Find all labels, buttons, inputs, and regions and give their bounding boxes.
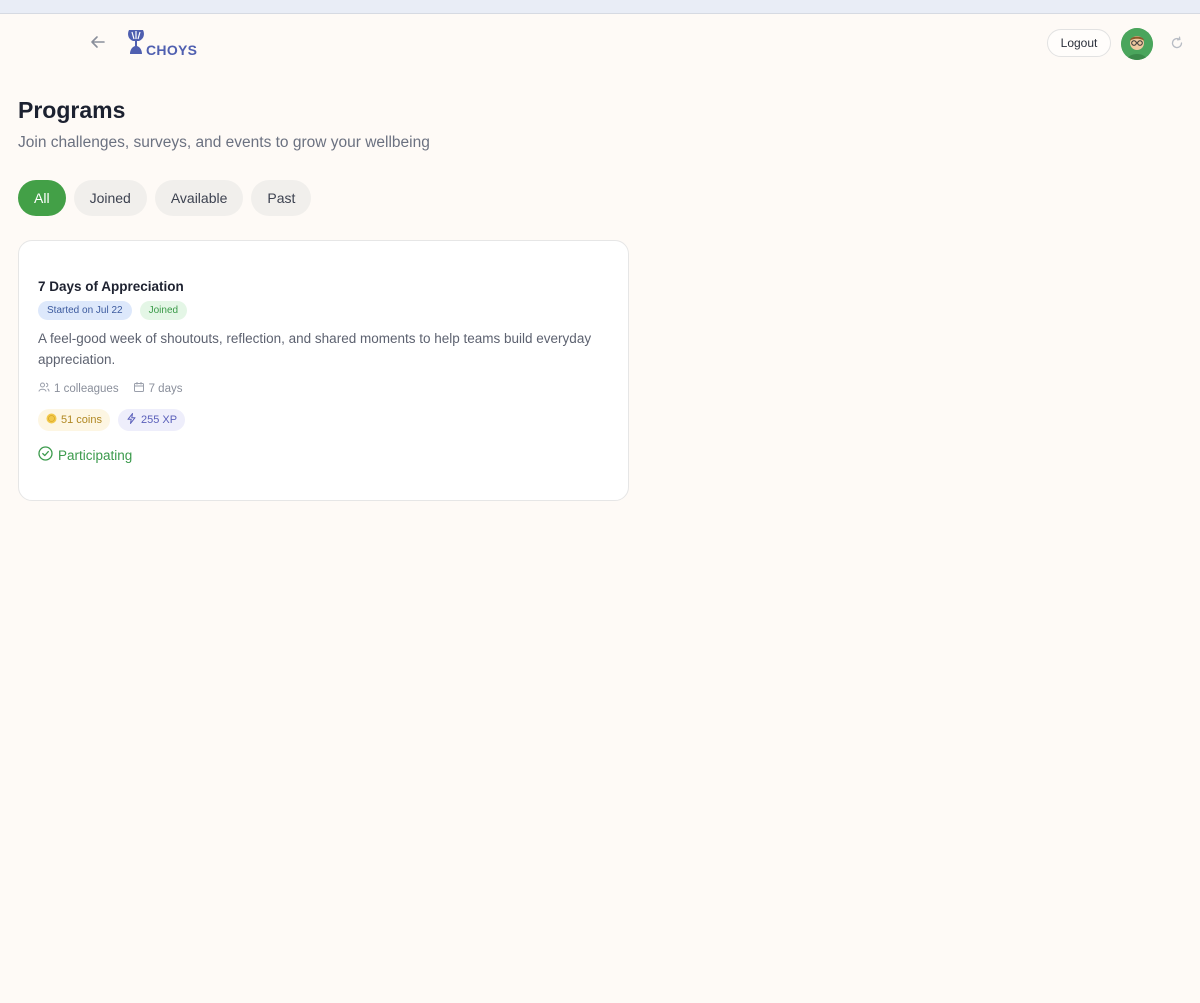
joined-badge: Joined — [139, 301, 188, 320]
calendar-icon — [133, 381, 145, 396]
users-icon — [38, 381, 50, 396]
xp-label: 255 XP — [140, 414, 178, 426]
program-description: A feel-good week of shoutouts, reflectio… — [38, 331, 592, 367]
filter-tabs: All Joined Available Past — [18, 180, 312, 216]
tab-joined[interactable]: Joined — [73, 180, 147, 216]
program-card[interactable]: 7 Days of Appreciation Started on Jul 22… — [18, 240, 629, 501]
back-button[interactable] — [86, 32, 110, 56]
start-date-badge: Started on Jul 22 — [38, 301, 132, 320]
xp-reward: 255 XP — [117, 409, 186, 431]
coin-icon — [46, 413, 57, 427]
arrow-left-icon — [89, 33, 107, 56]
colleagues-count: 1 colleagues — [38, 381, 119, 396]
duration-label: 7 days — [148, 382, 183, 395]
page-title: Programs — [18, 97, 126, 123]
status-label: Participating — [58, 447, 133, 463]
lightning-icon — [126, 413, 137, 427]
avatar[interactable] — [1121, 28, 1153, 60]
logout-button[interactable]: Logout — [1047, 29, 1111, 57]
duration: 7 days — [133, 381, 183, 396]
program-meta: 1 colleagues 7 days — [38, 381, 182, 396]
check-circle-icon — [38, 446, 53, 464]
page-subtitle: Join challenges, surveys, and events to … — [18, 134, 430, 151]
colleagues-label: 1 colleagues — [54, 382, 119, 395]
choys-logo[interactable]: CHOYS — [124, 28, 197, 58]
tab-all[interactable]: All — [18, 180, 66, 216]
coins-label: 51 coins — [61, 414, 102, 426]
participation-status: Participating — [38, 446, 132, 464]
browser-top-strip — [0, 0, 1200, 14]
program-title: 7 Days of Appreciation — [38, 279, 184, 294]
program-badges: Started on Jul 22 Joined — [38, 301, 188, 320]
tab-available[interactable]: Available — [154, 180, 244, 216]
logo-text: CHOYS — [146, 42, 198, 58]
refresh-icon[interactable] — [1170, 36, 1184, 50]
trophy-logo-icon — [128, 30, 144, 54]
app-header: CHOYS Logout — [0, 14, 1200, 74]
coins-reward: 51 coins — [38, 409, 110, 431]
program-rewards: 51 coins 255 XP — [38, 409, 186, 431]
tab-past[interactable]: Past — [251, 180, 312, 216]
